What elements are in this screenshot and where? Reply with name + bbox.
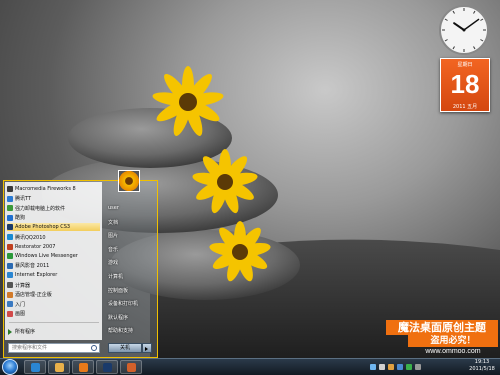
program-item[interactable]: 强力卸载电脑上的软件 xyxy=(7,204,100,212)
program-item[interactable]: Adobe Photoshop CS3 xyxy=(7,223,100,232)
shutdown-button[interactable]: 关机 xyxy=(108,343,142,353)
program-item[interactable]: 画图 xyxy=(7,310,100,318)
start-button[interactable] xyxy=(2,359,18,375)
taskbar-time: 19:13 xyxy=(474,359,490,365)
program-icon xyxy=(7,224,13,231)
start-menu: Macromedia Fireworks 8 腾讯TT 强力卸载电脑上的软件 酷狗 Ad… xyxy=(3,180,158,358)
watermark-title: 魔法桌面原创主题 xyxy=(386,320,498,335)
program-item[interactable]: Internet Explorer xyxy=(7,271,100,279)
all-programs-label: 所有程序 xyxy=(15,329,36,335)
program-label: Internet Explorer xyxy=(15,272,58,279)
places-item[interactable]: 计算机 xyxy=(108,273,123,280)
places-item[interactable]: 设备和打印机 xyxy=(108,300,138,307)
places-item[interactable]: 文档 xyxy=(108,219,118,226)
program-item[interactable]: 酷狗 xyxy=(7,214,100,222)
system-tray xyxy=(370,361,424,373)
program-item[interactable]: Restorator 2007 xyxy=(7,243,100,251)
program-item[interactable]: Macromedia Fireworks 8 xyxy=(7,185,100,193)
program-icon xyxy=(7,243,13,250)
divider xyxy=(9,322,99,323)
program-label: 强力卸载电脑上的软件 xyxy=(15,205,66,212)
program-item[interactable]: 暴风影音 2011 xyxy=(7,262,100,270)
program-label: 计算器 xyxy=(15,282,31,289)
firefox-icon xyxy=(127,363,136,372)
program-icon xyxy=(7,282,13,288)
program-icon xyxy=(7,195,13,202)
program-item[interactable]: 腾讯QQ2010 xyxy=(7,233,100,241)
program-icon xyxy=(7,253,13,260)
program-item[interactable]: 酒店管理-正企版 xyxy=(7,291,100,299)
places-item[interactable]: 控制面板 xyxy=(108,287,128,294)
program-label: 腾讯QQ2010 xyxy=(15,234,46,241)
shutdown-options-button[interactable] xyxy=(142,343,152,353)
places-item[interactable]: 音乐 xyxy=(108,246,118,253)
program-icon xyxy=(7,234,13,240)
program-icon xyxy=(7,301,13,308)
taskbar: 19:13 2011/5/18 xyxy=(0,358,500,375)
program-item[interactable]: Windows Live Messenger xyxy=(7,252,100,260)
calendar-gadget[interactable]: 星期日 18 2011 五月 xyxy=(440,58,490,112)
taskbar-clock[interactable]: 19:13 2011/5/18 xyxy=(465,359,499,375)
program-item[interactable]: 腾讯TT xyxy=(7,195,100,203)
program-label: 酒店管理-正企版 xyxy=(15,292,52,299)
flag-icon[interactable] xyxy=(388,364,394,370)
program-item[interactable]: 入门 xyxy=(7,300,100,308)
ie-icon xyxy=(31,363,40,372)
program-icon xyxy=(7,186,13,192)
start-menu-programs: Macromedia Fireworks 8 腾讯TT 强力卸载电脑上的软件 酷狗 Ad… xyxy=(5,182,102,340)
program-label: 入门 xyxy=(15,301,26,308)
places-item[interactable]: 图片 xyxy=(108,232,118,239)
folder-icon xyxy=(55,363,64,372)
media-player-icon xyxy=(79,363,88,372)
search-placeholder: 搜索程序和文件 xyxy=(12,345,48,351)
watermark-url: www.ommoo.com xyxy=(425,348,481,355)
program-label: 暴风影音 2011 xyxy=(15,263,50,270)
watermark-notice: 盗用必究！ xyxy=(408,335,498,347)
clock-gadget[interactable] xyxy=(438,4,490,56)
program-item[interactable]: 计算器 xyxy=(7,281,100,289)
program-label: 画图 xyxy=(15,311,26,318)
taskbar-button[interactable] xyxy=(24,360,46,374)
user-avatar[interactable] xyxy=(118,170,140,192)
start-menu-places: user 文档图片音乐游戏计算机控制面板设备和打印机 默认程序帮助和支持 xyxy=(104,182,157,340)
photoshop-icon xyxy=(103,363,112,372)
taskbar-button[interactable] xyxy=(96,360,118,374)
show-hidden-icon[interactable] xyxy=(415,364,421,370)
calendar-day: 18 xyxy=(450,69,480,99)
places-item[interactable]: 游戏 xyxy=(108,259,118,266)
calendar-year-month: 2011 五月 xyxy=(452,104,478,110)
program-icon xyxy=(7,205,13,212)
program-icon xyxy=(7,262,13,269)
program-label: 酷狗 xyxy=(15,215,26,222)
network-icon[interactable] xyxy=(370,364,376,370)
places-item[interactable]: user xyxy=(108,205,119,211)
program-icon xyxy=(7,272,13,279)
all-programs-button[interactable]: 所有程序 xyxy=(8,327,35,336)
program-icon xyxy=(7,214,13,221)
search-icon[interactable] xyxy=(91,345,97,351)
volume-icon[interactable] xyxy=(379,364,385,370)
taskbar-button[interactable] xyxy=(48,360,70,374)
program-icon xyxy=(7,310,13,317)
places-item[interactable]: 默认程序 xyxy=(108,314,128,321)
taskbar-button[interactable] xyxy=(72,360,94,374)
program-icon xyxy=(7,291,13,298)
program-label: Macromedia Fireworks 8 xyxy=(15,186,76,192)
program-label: Adobe Photoshop CS3 xyxy=(15,224,71,231)
antivirus-icon[interactable] xyxy=(406,364,412,370)
calendar-weekday: 星期日 xyxy=(457,62,473,68)
program-label: 腾讯TT xyxy=(15,196,32,203)
search-input[interactable]: 搜索程序和文件 xyxy=(8,343,100,353)
program-label: Restorator 2007 xyxy=(15,243,56,250)
taskbar-date: 2011/5/18 xyxy=(469,366,495,372)
arrow-right-icon xyxy=(8,328,12,335)
language-icon[interactable] xyxy=(397,364,403,370)
taskbar-button[interactable] xyxy=(120,360,142,374)
program-label: Windows Live Messenger xyxy=(15,253,78,260)
places-item[interactable]: 帮助和支持 xyxy=(108,327,133,334)
